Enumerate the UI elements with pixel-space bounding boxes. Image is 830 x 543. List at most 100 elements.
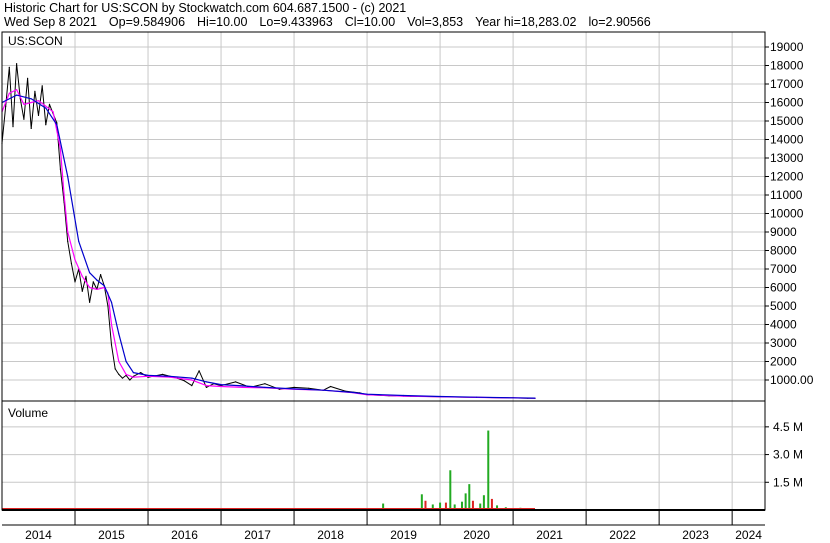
data-point-price — [16, 63, 18, 65]
data-point-moving-average-short — [52, 111, 54, 113]
tick-labels: 1000.00 2000 3000 4000 5000 6000 7000 8000 9000 1… — [25, 40, 814, 542]
data-point-price — [330, 385, 332, 388]
data-point-moving-average-long — [366, 393, 368, 395]
y-tick-label: 10000 — [770, 207, 804, 221]
data-point-moving-average-long — [512, 397, 514, 399]
data-point-moving-average-long — [132, 372, 134, 374]
volume-panel-border — [1, 400, 766, 511]
volume-bar — [487, 430, 490, 510]
data-point-price — [45, 124, 47, 126]
data-point-moving-average-short — [45, 105, 47, 107]
data-point-price — [235, 381, 237, 383]
chart-frame — [1, 31, 766, 526]
data-point-moving-average-short — [37, 100, 40, 102]
y-tick-label: 13000 — [770, 151, 804, 165]
data-point-moving-average-short — [132, 376, 134, 378]
data-point-moving-average-short — [59, 148, 62, 150]
data-point-moving-average-long — [242, 385, 244, 387]
data-point-moving-average-long — [322, 389, 324, 391]
data-point-price — [8, 66, 10, 68]
data-point-moving-average-long — [264, 386, 266, 388]
y-tick-label: 17000 — [770, 77, 804, 91]
price-panel-label: US:SCON — [8, 34, 63, 48]
y-tick-label: 6000 — [770, 281, 797, 295]
data-point-moving-average-long — [78, 240, 80, 242]
data-point-moving-average-long — [476, 396, 478, 398]
volume-panel-label: Volume — [8, 406, 48, 420]
volume-bar — [420, 494, 423, 510]
data-point-moving-average-long — [439, 395, 441, 398]
y-tick-label: 7000 — [770, 262, 797, 276]
data-point-price — [264, 383, 266, 385]
x-tick-label: 2024 — [735, 528, 762, 542]
y-tick-label: 8000 — [770, 244, 797, 258]
data-point-moving-average-long — [205, 381, 207, 383]
data-point-price — [107, 305, 109, 307]
data-point-price — [5, 105, 7, 107]
data-point-moving-average-long — [191, 377, 193, 379]
y-tick-label: 3000 — [770, 336, 797, 350]
data-point-moving-average-long — [403, 394, 405, 397]
data-point-moving-average-short — [191, 379, 193, 381]
series-line-moving-average-long — [1, 94, 536, 399]
data-point-moving-average-short — [67, 231, 69, 233]
data-point-price — [100, 274, 102, 276]
series-line-price — [1, 63, 536, 399]
data-point-moving-average-short — [63, 194, 65, 196]
x-tick-label: 2019 — [390, 528, 417, 542]
data-point-moving-average-short — [110, 323, 113, 326]
data-point-price — [110, 344, 113, 346]
data-point-moving-average-long — [16, 94, 18, 96]
data-point-moving-average-long — [220, 384, 222, 386]
data-point-price — [198, 370, 200, 372]
data-point-price — [74, 281, 76, 283]
data-point-price — [205, 386, 207, 388]
price-panel-border — [1, 31, 766, 402]
x-tick-label: 2022 — [609, 528, 636, 542]
data-point-moving-average-long — [89, 272, 91, 274]
volume-tick-label: 3.0 M — [773, 448, 803, 462]
data-point-moving-average-long — [67, 175, 69, 178]
data-point-price — [27, 77, 29, 79]
data-point-price — [37, 114, 40, 116]
data-point-moving-average-short — [89, 286, 91, 289]
data-point-price — [23, 118, 25, 120]
x-tick-label: 2017 — [244, 528, 271, 542]
y-tick-label: 18000 — [770, 59, 804, 73]
x-tick-label: 2023 — [682, 528, 709, 542]
data-point-price — [129, 379, 131, 381]
data-point-moving-average-long — [534, 397, 536, 399]
data-point-moving-average-short — [8, 92, 10, 94]
series-line-moving-average-short — [1, 88, 536, 399]
data-point-price — [70, 262, 72, 264]
data-point-moving-average-long — [96, 279, 98, 281]
data-point-moving-average-long — [30, 98, 32, 100]
y-tick-label: 9000 — [770, 225, 797, 239]
data-point-moving-average-short — [16, 89, 18, 91]
data-point-price — [162, 373, 164, 375]
x-tick-label: 2014 — [25, 528, 52, 542]
data-point-moving-average-long — [118, 333, 120, 335]
data-point-price — [140, 372, 142, 374]
data-point-price — [121, 377, 124, 379]
data-point-price — [41, 85, 43, 87]
data-point-price — [67, 240, 69, 242]
data-point-moving-average-short — [118, 360, 120, 363]
y-tick-label: 16000 — [770, 96, 804, 110]
data-point-price — [59, 168, 62, 170]
x-tick-label: 2021 — [536, 528, 563, 542]
data-point-price — [85, 275, 87, 277]
data-point-moving-average-short — [74, 259, 76, 261]
data-point-price — [308, 387, 310, 389]
data-point-price — [118, 373, 120, 375]
volume-bar — [464, 493, 467, 510]
y-tick-label: 2000 — [770, 355, 797, 369]
data-point-price — [293, 386, 295, 388]
volume-bar — [482, 495, 485, 510]
y-tick-label: 11000 — [770, 188, 803, 202]
volume-bar — [449, 470, 452, 510]
data-point-moving-average-short — [205, 385, 207, 387]
data-point-moving-average-short — [30, 101, 32, 104]
data-point-moving-average-short — [96, 288, 98, 290]
data-point-moving-average-long — [110, 301, 113, 303]
